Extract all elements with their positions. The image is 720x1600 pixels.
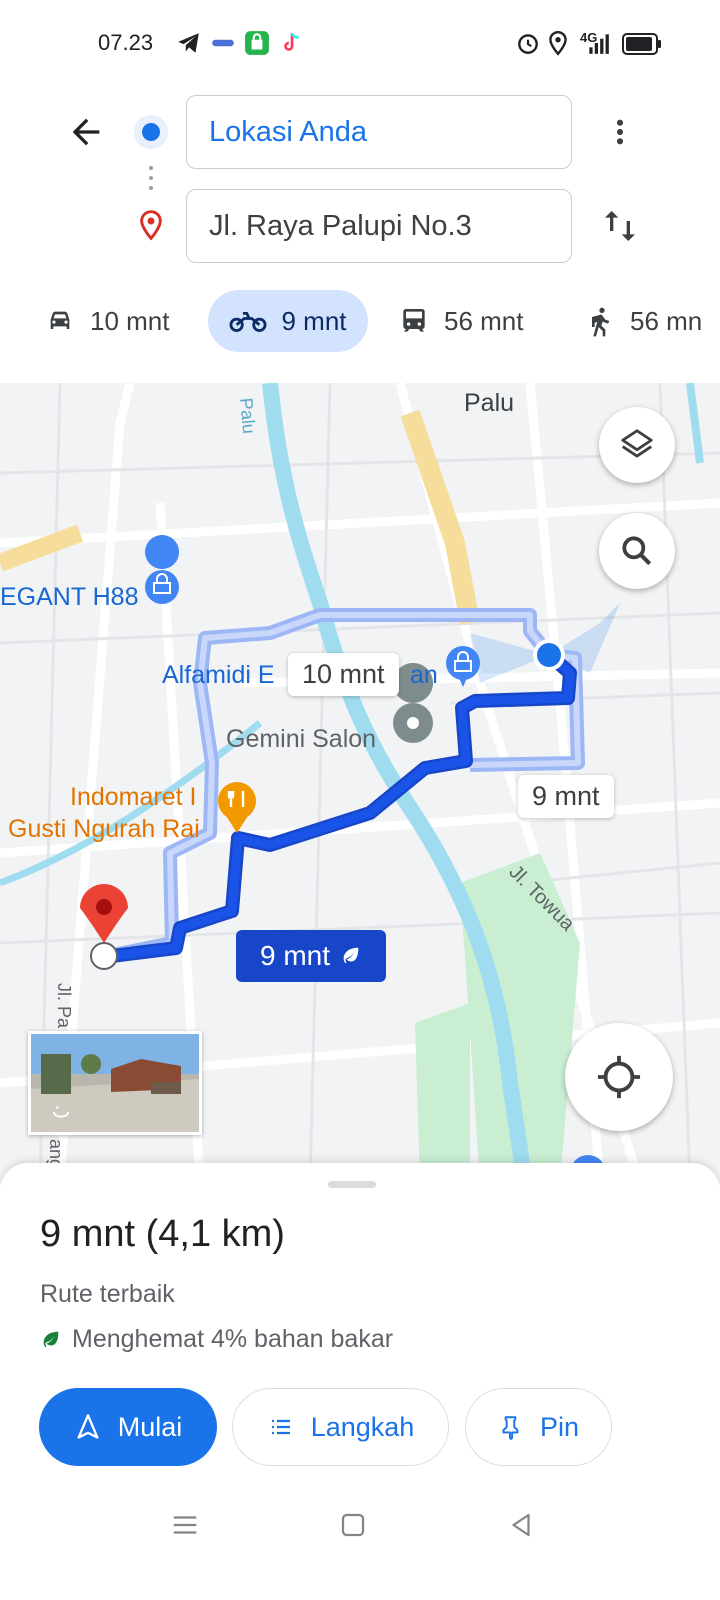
- fuel-savings-row: Menghemat 4% bahan bakar: [40, 1325, 393, 1354]
- status-bar: 07.23 4G: [0, 0, 720, 90]
- map-label-alfamidi: Alfamidi E: [162, 661, 275, 689]
- map-label-palu: Palu: [464, 389, 515, 417]
- signal-icon: [589, 34, 609, 54]
- eco-leaf-icon: [43, 1331, 59, 1347]
- steps-button[interactable]: Langkah: [232, 1388, 449, 1466]
- more-options-icon[interactable]: [604, 112, 636, 152]
- origin-input[interactable]: Lokasi Anda: [186, 95, 572, 169]
- layers-button[interactable]: [599, 407, 675, 483]
- eco-leaf-icon: [343, 947, 359, 964]
- pin-label: Pin: [539, 1411, 580, 1442]
- fuel-savings-text: Menghemat 4% bahan bakar: [72, 1325, 394, 1353]
- restaurant-poi-marker: [218, 782, 256, 833]
- alternative-route-bubble-right[interactable]: 9 mnt: [518, 775, 614, 818]
- app-notification-icon: [212, 39, 234, 47]
- mode-tab-motorcycle-label: 9 mnt: [281, 305, 347, 336]
- map-view[interactable]: Palu Palu EGANT H88 Alfamidi E an Gemini…: [0, 383, 720, 1183]
- alternative-route-bubble-car[interactable]: 10 mnt: [288, 653, 399, 696]
- selected-route-bubble[interactable]: 9 mnt: [236, 930, 386, 982]
- route-connector-dots: [149, 166, 153, 190]
- car-icon: [50, 311, 70, 329]
- start-navigation-label: Mulai: [117, 1411, 183, 1442]
- motorcycle-icon: [229, 312, 267, 332]
- map-label-gemini-salon: Gemini Salon: [226, 725, 377, 753]
- mode-tab-car-label: 10 mnt: [90, 305, 170, 336]
- map-label-jl-left: Jl. Pa: [54, 983, 74, 1029]
- map-label-indomaret-1: Indomaret I: [70, 783, 197, 811]
- mode-tab-transit[interactable]: 56 mnt: [398, 290, 524, 352]
- navigation-arrow-icon: [77, 1414, 99, 1439]
- search-along-route-button[interactable]: [599, 513, 675, 589]
- shopping-app-icon: [245, 31, 269, 55]
- street-view-360-icon: [52, 1105, 70, 1118]
- alarm-icon: [518, 34, 538, 54]
- system-navigation-bar: [0, 1490, 720, 1600]
- walk-icon: [592, 307, 610, 337]
- pin-button[interactable]: Pin: [465, 1388, 612, 1466]
- back-arrow-icon[interactable]: [66, 112, 106, 152]
- street-view-thumbnail[interactable]: [28, 1031, 202, 1135]
- sheet-drag-handle[interactable]: [328, 1181, 376, 1188]
- current-location-dot: [537, 643, 561, 667]
- transit-icon: [403, 309, 425, 332]
- my-location-button[interactable]: [565, 1023, 673, 1131]
- origin-dot-icon: [134, 115, 168, 149]
- destination-pin-icon: [140, 210, 162, 241]
- list-icon: [271, 1419, 290, 1435]
- crosshair-icon: [597, 1055, 641, 1099]
- mode-tab-walk-label: 56 mn: [630, 305, 703, 336]
- layers-icon: [621, 429, 653, 458]
- selected-route-time: 9 mnt: [259, 940, 331, 971]
- telegram-icon: [178, 33, 199, 53]
- destination-input[interactable]: Jl. Raya Palupi No.3: [186, 189, 572, 263]
- search-icon: [622, 536, 652, 566]
- map-label-elegant: EGANT H88: [0, 583, 139, 611]
- route-summary: 9 mnt (4,1 km): [40, 1213, 285, 1255]
- map-label-indomaret-2: Gusti Ngurah Rai: [8, 815, 200, 843]
- swap-directions-icon[interactable]: [600, 205, 640, 247]
- battery-icon: [622, 33, 661, 55]
- location-status-icon: [549, 30, 567, 56]
- menu-nav-icon[interactable]: [170, 1510, 200, 1540]
- tiktok-icon: [284, 32, 299, 51]
- mode-tab-transit-label: 56 mnt: [444, 305, 524, 336]
- back-nav-icon[interactable]: [506, 1510, 536, 1540]
- mode-tab-walk[interactable]: 56 mn: [584, 290, 702, 352]
- map-label-alfamidi-tail: an: [410, 661, 438, 689]
- map-label-palu-river: Palu: [236, 397, 260, 435]
- start-navigation-button[interactable]: Mulai: [39, 1388, 217, 1466]
- route-description: Rute terbaik: [40, 1280, 175, 1308]
- mode-tab-motorcycle[interactable]: 9 mnt: [208, 290, 368, 352]
- status-clock: 07.23: [98, 30, 154, 55]
- home-nav-icon[interactable]: [338, 1510, 368, 1540]
- pushpin-icon: [502, 1416, 519, 1440]
- mode-tab-car[interactable]: 10 mnt: [44, 290, 170, 352]
- steps-label: Langkah: [310, 1411, 415, 1442]
